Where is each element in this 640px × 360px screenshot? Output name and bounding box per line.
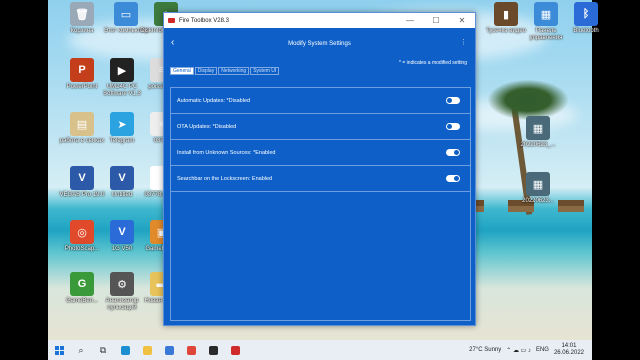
app-icon: G — [70, 272, 94, 296]
fire-toolbox-icon — [168, 18, 175, 23]
clock[interactable]: 14:01 26.06.2022 — [554, 343, 584, 357]
taskbar-app-fire-toolbox[interactable] — [224, 340, 246, 360]
setting-toggle[interactable] — [446, 175, 460, 182]
app-icon: V — [110, 220, 134, 244]
tab-display[interactable]: Display — [194, 67, 218, 75]
setting-label: Install from Unknown Sources: *Enabled — [177, 149, 276, 156]
weather-widget[interactable]: 27°C Sunny — [469, 347, 501, 353]
page-header: ‹ Modify System Settings ⋮ — [164, 28, 475, 60]
app-icon: ◎ — [70, 220, 94, 244]
chrome-icon — [186, 345, 196, 355]
clock-time: 14:01 — [561, 343, 577, 349]
files-icon — [142, 345, 152, 355]
setting-label: Searchbar on the Lockscreen: Enabled — [177, 175, 273, 182]
toggle-knob — [447, 98, 452, 103]
toggle-knob — [454, 150, 459, 155]
app-icon: ▭ — [114, 2, 138, 26]
app-icon: ➤ — [110, 112, 134, 136]
app-icon: V — [70, 166, 94, 190]
taskbar-app-monitor[interactable] — [202, 340, 224, 360]
task-view-icon[interactable]: ⧉ — [92, 340, 114, 360]
setting-row: Searchbar on the Lockscreen: Enabled — [171, 166, 470, 192]
close-button[interactable]: ✕ — [449, 13, 475, 28]
taskbar-app-edge[interactable] — [114, 340, 136, 360]
language-indicator[interactable]: ENG — [536, 347, 549, 353]
taskbar-apps — [114, 340, 246, 360]
start-button[interactable] — [48, 340, 70, 360]
window-title: Fire Toolbox V28.3 — [179, 17, 229, 24]
setting-label: OTA Updates: *Disabled — [177, 123, 237, 130]
tab-general[interactable]: General — [170, 67, 194, 75]
settings-panel: Automatic Updates: *Disabled OTA Updates:… — [170, 87, 471, 321]
maximize-button[interactable]: ☐ — [423, 13, 449, 28]
app-icon: ▦ — [526, 172, 550, 196]
page-title: Modify System Settings — [288, 41, 351, 47]
desktop-icon-label: 20220623... — [522, 198, 554, 204]
app-icon: ▦ — [526, 116, 550, 140]
desktop-icon[interactable]: ᛒ Bluetooth — [560, 2, 612, 35]
app-icon: ▶ — [110, 58, 134, 82]
app-icon: ⚙ — [110, 272, 134, 296]
app-icon: P — [70, 58, 94, 82]
tray-icons[interactable]: ⌃ ☁ ▭ ♪ — [506, 347, 531, 354]
app-icon: V — [110, 166, 134, 190]
settings-tabs: General Display Networking System UI — [164, 67, 475, 76]
store-icon — [164, 345, 174, 355]
fire-toolbox-window: Fire Toolbox V28.3 — ☐ ✕ ‹ Modify System… — [163, 12, 476, 326]
more-options-icon[interactable]: ⋮ — [460, 38, 467, 46]
setting-row: Install from Unknown Sources: *Enabled — [171, 140, 470, 166]
setting-label: Automatic Updates: *Disabled — [177, 97, 251, 104]
toggle-knob — [454, 176, 459, 181]
setting-row: Automatic Updates: *Disabled — [171, 88, 470, 114]
clock-date: 26.06.2022 — [553, 350, 584, 356]
system-tray: 27°C Sunny ⌃ ☁ ▭ ♪ ENG 14:01 26.06.2022 — [469, 343, 592, 357]
setting-row: OTA Updates: *Disabled — [171, 114, 470, 140]
taskbar-app-store[interactable] — [158, 340, 180, 360]
monitor-icon — [208, 345, 218, 355]
app-icon: ▤ — [70, 112, 94, 136]
app-icon: ▦ — [534, 2, 558, 26]
windows-logo-icon — [54, 345, 64, 355]
desktop-icon[interactable]: ▦ 20220623_... — [512, 116, 564, 149]
setting-toggle[interactable] — [446, 149, 460, 156]
taskbar-app-files[interactable] — [136, 340, 158, 360]
minimize-button[interactable]: — — [397, 13, 423, 28]
search-icon[interactable]: ⌕ — [70, 340, 92, 360]
desktop-icon-label: 20220623_... — [520, 142, 556, 148]
window-titlebar[interactable]: Fire Toolbox V28.3 — ☐ ✕ — [164, 13, 475, 28]
app-icon: ▮ — [494, 2, 518, 26]
tab-networking[interactable]: Networking — [218, 67, 250, 75]
app-icon: 🗑 — [70, 2, 94, 26]
desktop-icon-label: Bluetooth — [573, 28, 599, 34]
fire-toolbox-icon — [230, 345, 240, 355]
desktop-icon[interactable]: ▦ 20220623... — [512, 172, 564, 205]
taskbar-app-chrome[interactable] — [180, 340, 202, 360]
setting-toggle[interactable] — [446, 97, 460, 104]
tab-system-ui[interactable]: System UI — [250, 67, 280, 75]
taskbar: ⌕ ⧉ 27°C Sunny ⌃ ☁ ▭ ♪ ENG 14:01 26.06.2… — [48, 340, 592, 360]
edge-icon — [120, 345, 130, 355]
palm-leaves — [488, 80, 568, 120]
app-icon: ᛒ — [574, 2, 598, 26]
toggle-knob — [447, 124, 452, 129]
setting-toggle[interactable] — [446, 123, 460, 130]
back-arrow-icon[interactable]: ‹ — [171, 37, 174, 48]
